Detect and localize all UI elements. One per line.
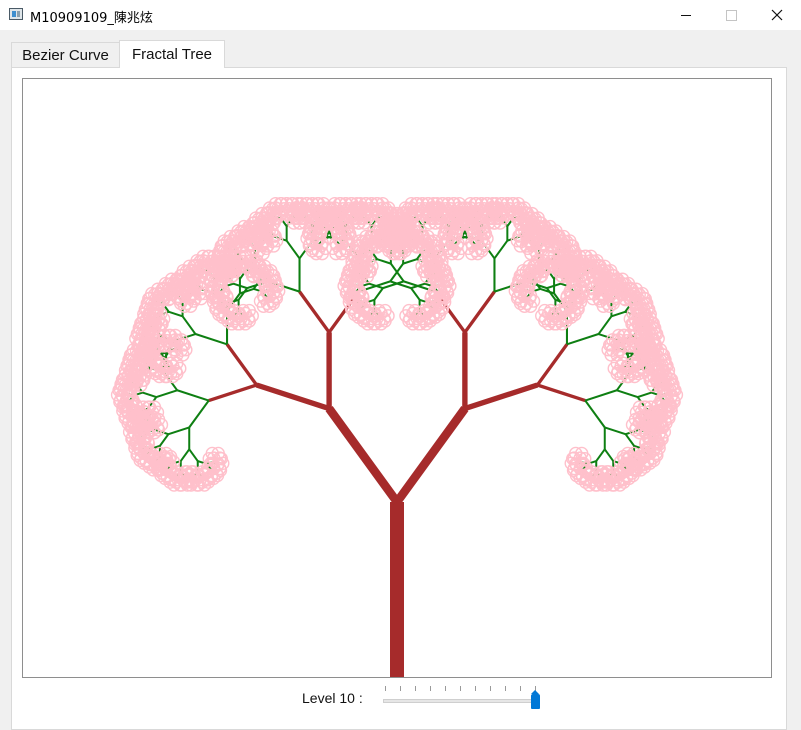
- tree-branch: [611, 310, 626, 318]
- fractal-tree-canvas: [22, 78, 772, 678]
- slider-tick: [475, 686, 476, 691]
- tree-branch: [168, 426, 190, 436]
- tree-branch: [373, 287, 384, 301]
- slider-tick: [415, 686, 416, 691]
- tree-branch: [597, 315, 613, 335]
- tree-branch: [179, 448, 191, 462]
- slider-tick: [520, 686, 521, 691]
- tree-branch: [325, 406, 401, 505]
- tree-branch: [603, 448, 615, 462]
- tree-branch: [208, 383, 258, 403]
- tree-branch: [225, 343, 258, 386]
- slider-tick: [490, 686, 491, 691]
- close-button[interactable]: [754, 0, 800, 30]
- tree-branch: [176, 389, 210, 402]
- tab-bezier-curve[interactable]: Bezier Curve: [11, 42, 120, 67]
- tree-branch: [188, 448, 199, 462]
- tree-branch: [376, 258, 392, 265]
- slider-handle[interactable]: [531, 690, 540, 709]
- tree-branch: [285, 240, 301, 260]
- level-label: Level 10 :: [302, 690, 363, 706]
- tab-fractal-tree[interactable]: Fractal Tree: [119, 40, 225, 68]
- maximize-button[interactable]: [708, 0, 754, 30]
- tree-branch: [195, 333, 228, 346]
- title-bar: M10909109_陳兆炫: [0, 0, 801, 30]
- tree-branch: [410, 287, 421, 301]
- tree-branch: [566, 333, 599, 346]
- app-window-icon: [9, 8, 23, 20]
- minimize-icon: [681, 14, 691, 16]
- tree-branch: [298, 290, 331, 334]
- tree-branch: [181, 315, 197, 335]
- tree-branch: [584, 389, 618, 402]
- slider-tick: [505, 686, 506, 691]
- tree-branch: [637, 391, 652, 399]
- slider-ticks: [381, 686, 543, 694]
- tree-branch: [168, 310, 183, 318]
- window-title: M10909109_陳兆炫: [30, 11, 153, 26]
- tree-branch: [595, 448, 606, 462]
- tree-branch: [463, 290, 496, 334]
- tree-branch: [536, 343, 569, 386]
- slider-tick: [430, 686, 431, 691]
- tree-branch: [188, 399, 210, 429]
- slider-groove[interactable]: [383, 699, 537, 703]
- fractal-tree-drawing: [110, 196, 684, 677]
- close-icon: [771, 9, 783, 21]
- tree-branch: [402, 258, 418, 265]
- tree-branch: [584, 399, 606, 429]
- tree-branch: [142, 391, 157, 399]
- tree-branch: [464, 382, 539, 412]
- tree-branch: [493, 240, 509, 260]
- tree-branch: [393, 406, 469, 505]
- tree-branch: [156, 389, 178, 399]
- slider-tick: [445, 686, 446, 691]
- slider-tick: [385, 686, 386, 691]
- slider-tick: [460, 686, 461, 691]
- tree-branch: [604, 426, 626, 436]
- tree-branch: [616, 389, 638, 399]
- tree-branch: [255, 382, 330, 412]
- minimize-button[interactable]: [663, 0, 709, 30]
- app-window: M10909109_陳兆炫 Bezier Curve Fractal Tree …: [0, 0, 801, 730]
- slider-tick: [400, 686, 401, 691]
- maximize-icon: [725, 9, 737, 21]
- tree-branch: [536, 383, 586, 403]
- level-slider[interactable]: [381, 686, 543, 712]
